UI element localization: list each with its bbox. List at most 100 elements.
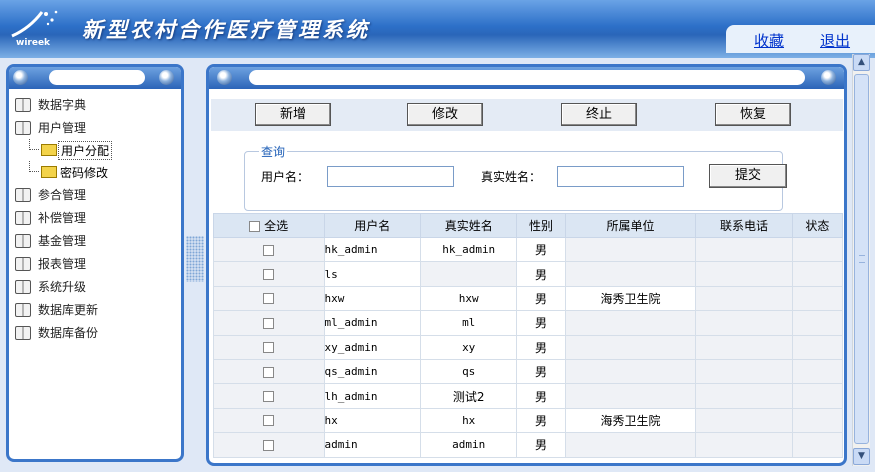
table-row[interactable]: hxw hxw 男 海秀卫生院 xyxy=(213,285,844,312)
collapse-orb-icon[interactable] xyxy=(13,70,28,85)
select-all-header[interactable]: 全选 xyxy=(213,213,325,238)
sidebar-item-label: 数据库备份 xyxy=(38,325,99,340)
logo-swoosh-icon xyxy=(11,10,58,38)
row-select-cell[interactable] xyxy=(213,310,325,336)
row-checkbox[interactable] xyxy=(263,391,275,403)
book-icon xyxy=(15,210,31,225)
realname-cell: hxw xyxy=(419,285,518,312)
sidebar-item-compensation[interactable]: 补偿管理 xyxy=(15,206,181,229)
table-row[interactable]: ml_admin ml 男 xyxy=(213,310,844,336)
sidebar-item-label: 数据库更新 xyxy=(38,302,99,317)
username-input[interactable] xyxy=(327,166,454,187)
nav-panel-bar xyxy=(9,67,181,89)
row-checkbox[interactable] xyxy=(263,244,275,256)
realname-cell: hk_admin xyxy=(419,236,518,263)
nav-panel: 数据字典 用户管理 用户分配 密码修改 参合管理 补偿管理 基金管理 报表管理 … xyxy=(6,64,184,462)
row-checkbox[interactable] xyxy=(263,415,275,427)
logout-link[interactable]: 退出 xyxy=(820,30,850,51)
book-icon xyxy=(15,233,31,248)
gender-cell: 男 xyxy=(516,236,566,263)
realname-cell: hx xyxy=(419,407,518,434)
sidebar-item-enrollment[interactable]: 参合管理 xyxy=(15,183,181,206)
sidebar-item-label: 数据字典 xyxy=(38,97,87,112)
sidebar-item-user-management[interactable]: 用户管理 xyxy=(15,116,181,139)
row-select-cell[interactable] xyxy=(213,261,325,287)
sidebar-item-password-change[interactable]: 密码修改 xyxy=(15,161,181,183)
row-checkbox[interactable] xyxy=(263,293,275,305)
select-all-checkbox[interactable] xyxy=(249,221,261,232)
submit-button[interactable]: 提交 xyxy=(709,164,787,188)
toolbar: 新增 修改 终止 恢复 xyxy=(211,99,843,131)
row-select-cell[interactable] xyxy=(213,285,325,312)
sidebar-item-reports[interactable]: 报表管理 xyxy=(15,252,181,275)
row-select-cell[interactable] xyxy=(213,383,325,409)
username-cell: qs_admin xyxy=(323,358,421,385)
expand-orb-icon[interactable] xyxy=(821,70,836,85)
column-header: 状态 xyxy=(791,213,844,238)
vertical-scrollbar[interactable]: ▲ ▼ xyxy=(852,54,870,466)
table-row[interactable]: ls 男 xyxy=(213,261,844,287)
panel-splitter-handle[interactable] xyxy=(186,236,204,282)
select-all-label: 全选 xyxy=(264,219,289,233)
row-checkbox[interactable] xyxy=(263,317,275,329)
table-row[interactable]: qs_admin qs 男 xyxy=(213,358,844,385)
sidebar-item-label: 参合管理 xyxy=(38,187,87,202)
row-select-cell[interactable] xyxy=(213,358,325,385)
phone-cell xyxy=(695,432,793,458)
username-cell: ls xyxy=(323,261,421,287)
column-header: 联系电话 xyxy=(695,213,793,238)
sidebar-item-label: 报表管理 xyxy=(38,256,87,271)
column-header: 真实姓名 xyxy=(419,213,518,238)
header-links-area xyxy=(726,25,875,53)
sidebar-item-user-assign[interactable]: 用户分配 xyxy=(15,139,181,161)
scrollbar-thumb[interactable] xyxy=(854,74,869,444)
username-cell: hxw xyxy=(323,285,421,312)
table-row[interactable]: hx hx 男 海秀卫生院 xyxy=(213,407,844,434)
unit-cell xyxy=(564,383,697,409)
book-icon xyxy=(15,187,31,202)
grip-icon xyxy=(859,255,865,263)
restore-button[interactable]: 恢复 xyxy=(715,103,791,126)
realname-input[interactable] xyxy=(557,166,684,187)
sidebar-item-data-dictionary[interactable]: 数据字典 xyxy=(15,93,181,116)
expand-orb-icon[interactable] xyxy=(159,70,174,85)
sidebar-item-db-update[interactable]: 数据库更新 xyxy=(15,298,181,321)
main-panel: 新增 修改 终止 恢复 查询 用户名： 真实姓名： 提交 全选 用户名 真实姓名… xyxy=(206,64,847,466)
gender-cell: 男 xyxy=(516,285,566,312)
row-select-cell[interactable] xyxy=(213,334,325,360)
scroll-down-icon[interactable]: ▼ xyxy=(853,448,870,465)
row-checkbox[interactable] xyxy=(263,366,275,378)
app-title: 新型农村合作医疗管理系统 xyxy=(82,18,370,42)
main-panel-bar xyxy=(209,67,844,89)
book-icon xyxy=(15,256,31,271)
table-row[interactable]: xy_admin xy 男 xyxy=(213,334,844,360)
phone-cell xyxy=(695,358,793,385)
sidebar-item-db-backup[interactable]: 数据库备份 xyxy=(15,321,181,344)
status-cell xyxy=(791,432,844,458)
stop-button[interactable]: 终止 xyxy=(561,103,637,126)
sidebar-item-system-upgrade[interactable]: 系统升级 xyxy=(15,275,181,298)
favorite-link[interactable]: 收藏 xyxy=(754,30,784,51)
row-checkbox[interactable] xyxy=(263,269,275,281)
row-select-cell[interactable] xyxy=(213,407,325,434)
table-row[interactable]: hk_admin hk_admin 男 xyxy=(213,236,844,263)
row-select-cell[interactable] xyxy=(213,432,325,458)
sidebar-item-label: 用户管理 xyxy=(38,120,87,135)
row-checkbox[interactable] xyxy=(263,439,275,451)
sidebar-item-fund[interactable]: 基金管理 xyxy=(15,229,181,252)
row-select-cell[interactable] xyxy=(213,236,325,263)
status-cell xyxy=(791,407,844,434)
main-panel-caption xyxy=(249,70,805,85)
folder-icon xyxy=(41,166,57,178)
collapse-orb-icon[interactable] xyxy=(217,70,232,85)
row-checkbox[interactable] xyxy=(263,342,275,354)
gender-cell: 男 xyxy=(516,383,566,409)
phone-cell xyxy=(695,310,793,336)
edit-button[interactable]: 修改 xyxy=(407,103,483,126)
scroll-up-icon[interactable]: ▲ xyxy=(853,54,870,71)
unit-cell xyxy=(564,334,697,360)
gender-cell: 男 xyxy=(516,310,566,336)
table-row[interactable]: lh_admin 测试2 男 xyxy=(213,383,844,409)
add-button[interactable]: 新增 xyxy=(255,103,331,126)
table-row[interactable]: admin admin 男 xyxy=(213,432,844,458)
